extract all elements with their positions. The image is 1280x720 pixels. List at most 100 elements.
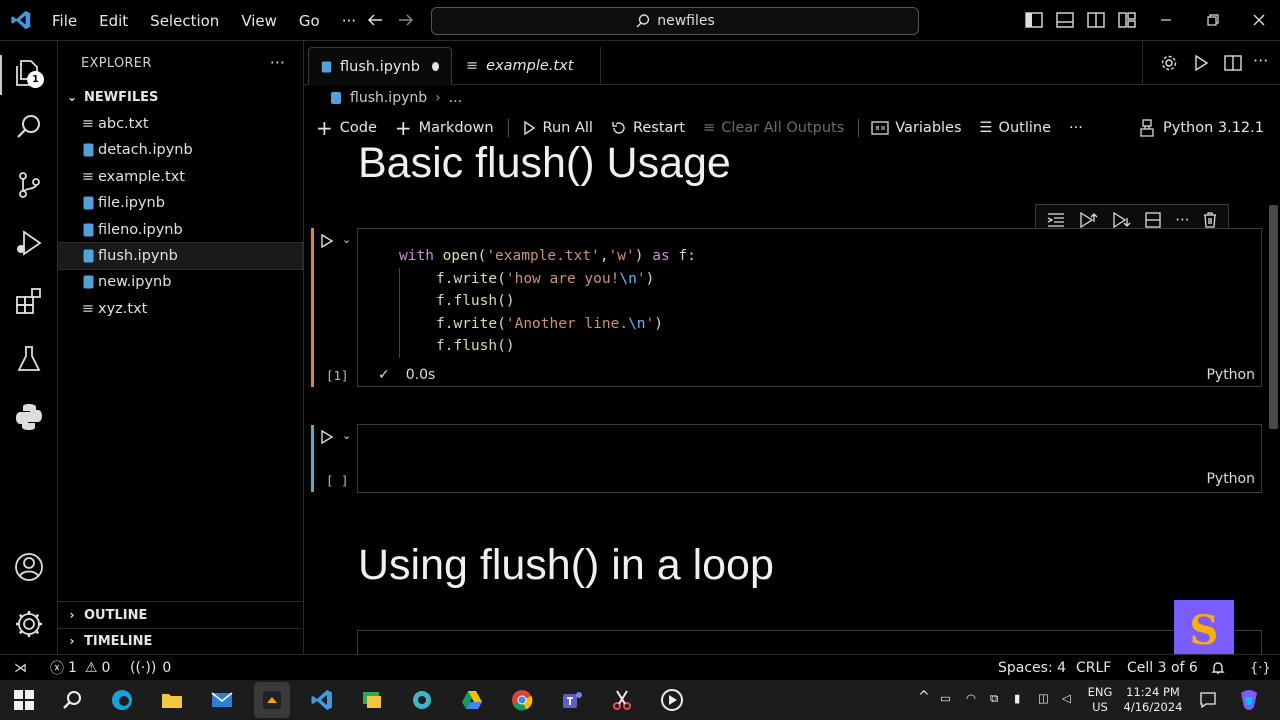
file-item[interactable]: ≡ xyz.txt bbox=[58, 296, 302, 322]
screen-recorder-icon[interactable] bbox=[260, 688, 284, 712]
clock[interactable]: 11:24 PM 4/16/2024 bbox=[1120, 685, 1186, 715]
tray-overflow-caret[interactable]: ^ bbox=[918, 690, 930, 705]
code-cell[interactable]: with open('example.txt','w') as f: f.wri… bbox=[357, 228, 1262, 387]
source-control-icon[interactable] bbox=[13, 169, 45, 201]
chrome-icon[interactable] bbox=[510, 688, 534, 712]
file-item[interactable]: file.ipynb bbox=[58, 190, 302, 216]
edge-browser-icon[interactable] bbox=[110, 688, 134, 712]
teams-icon[interactable] bbox=[560, 688, 584, 712]
file-item[interactable]: ≡ example.txt bbox=[58, 164, 302, 190]
folder-newfiles-header[interactable]: ⌄ NEWFILES bbox=[58, 84, 304, 110]
mail-icon[interactable] bbox=[210, 688, 234, 712]
command-center-search[interactable]: newfiles bbox=[431, 7, 919, 35]
run-icon[interactable] bbox=[1191, 53, 1211, 73]
file-item[interactable]: flush.ipynb bbox=[57, 242, 303, 270]
chat-app-icon[interactable] bbox=[360, 688, 384, 712]
markdown-heading-flush-loop[interactable]: Using flush() in a loop bbox=[358, 541, 774, 590]
notifications-bell-icon[interactable] bbox=[1210, 655, 1226, 681]
tab-flush-ipynb[interactable]: flush.ipynb bbox=[308, 47, 452, 85]
run-all-button[interactable]: Run All bbox=[521, 120, 593, 136]
breadcrumb-rest[interactable]: ... bbox=[449, 90, 462, 106]
split-cell-icon[interactable] bbox=[1143, 211, 1163, 229]
recorder-app-icon[interactable] bbox=[410, 688, 434, 712]
kernel-picker[interactable]: Python 3.12.1 bbox=[1139, 113, 1264, 143]
outline-section-header[interactable]: › OUTLINE bbox=[58, 602, 304, 628]
menu-more[interactable]: ··· bbox=[342, 12, 356, 30]
cell-more-button[interactable]: ··· bbox=[1175, 211, 1189, 229]
close-window-icon[interactable] bbox=[1249, 10, 1269, 30]
vscode-logo-icon[interactable] bbox=[10, 9, 32, 31]
back-arrow-icon[interactable] bbox=[365, 10, 385, 30]
wifi-icon[interactable]: ◠ bbox=[966, 691, 976, 706]
menu-view[interactable]: View bbox=[241, 12, 277, 30]
network-icon[interactable]: ◫ bbox=[1038, 691, 1049, 706]
eol-indicator[interactable]: CRLF bbox=[1076, 655, 1111, 681]
python-icon[interactable] bbox=[13, 401, 45, 433]
tab-example-txt[interactable]: ≡ example.txt bbox=[454, 47, 600, 85]
ports-indicator[interactable]: ((·)) 0 bbox=[130, 655, 171, 681]
minimize-window-icon[interactable] bbox=[1156, 10, 1176, 30]
cell-language-picker[interactable]: Python bbox=[1206, 367, 1255, 383]
toolbar-more-button[interactable]: ··· bbox=[1069, 120, 1083, 136]
variables-button[interactable]: Variables bbox=[871, 120, 962, 136]
run-options-chevron-down-icon[interactable]: ⌄ bbox=[342, 429, 351, 442]
taskbar-search-icon[interactable] bbox=[60, 688, 84, 712]
extensions-icon[interactable] bbox=[13, 285, 45, 317]
bluetooth-icon[interactable]: ⧉ bbox=[990, 691, 998, 706]
forward-arrow-icon[interactable] bbox=[396, 10, 416, 30]
customize-layout-icon[interactable] bbox=[1117, 10, 1137, 30]
run-above-icon[interactable] bbox=[1078, 211, 1098, 229]
add-markdown-cell-button[interactable]: + Markdown bbox=[395, 116, 494, 140]
run-options-chevron-down-icon[interactable]: ⌄ bbox=[342, 233, 351, 246]
menu-go[interactable]: Go bbox=[299, 12, 320, 30]
execute-above-icon[interactable] bbox=[1046, 211, 1066, 229]
vscode-taskbar-icon[interactable] bbox=[310, 688, 334, 712]
delete-cell-icon[interactable] bbox=[1202, 211, 1218, 229]
menu-selection[interactable]: Selection bbox=[150, 12, 219, 30]
run-below-icon[interactable] bbox=[1111, 211, 1131, 229]
explorer-more-button[interactable]: ··· bbox=[270, 53, 285, 72]
toggle-primary-sidebar-icon[interactable] bbox=[1024, 10, 1044, 30]
split-editor-icon[interactable] bbox=[1223, 53, 1243, 73]
more-actions-button[interactable]: ··· bbox=[1253, 51, 1268, 70]
search-icon[interactable] bbox=[13, 111, 45, 143]
menu-file[interactable]: File bbox=[52, 12, 77, 30]
restart-button[interactable]: Restart bbox=[611, 120, 685, 136]
file-item[interactable]: detach.ipynb bbox=[58, 137, 302, 163]
input-language-indicator[interactable]: ENG US bbox=[1086, 685, 1114, 715]
feedback-braces-icon[interactable]: {·} bbox=[1250, 655, 1271, 681]
run-cell-icon[interactable] bbox=[320, 233, 334, 249]
timeline-section-header[interactable]: › TIMELINE bbox=[58, 628, 304, 654]
code-cell-empty[interactable]: Python bbox=[357, 424, 1262, 493]
toggle-panel-icon[interactable] bbox=[1055, 10, 1075, 30]
file-explorer-icon[interactable] bbox=[160, 688, 184, 712]
file-item[interactable]: new.ipynb bbox=[58, 269, 302, 295]
volume-icon[interactable]: ◁ bbox=[1062, 691, 1071, 706]
outline-button[interactable]: ☰ Outline bbox=[980, 120, 1051, 136]
microphone-icon[interactable]: ▮ bbox=[1014, 691, 1020, 706]
clear-all-outputs-button[interactable]: ≡ Clear All Outputs bbox=[703, 120, 844, 136]
unsaved-dot-icon[interactable] bbox=[431, 62, 439, 71]
media-player-icon[interactable] bbox=[660, 688, 684, 712]
gear-icon[interactable] bbox=[1159, 53, 1179, 73]
run-debug-icon[interactable] bbox=[13, 227, 45, 259]
battery-icon[interactable]: ▭ bbox=[940, 691, 951, 706]
markdown-heading-basic-flush[interactable]: Basic flush() Usage bbox=[358, 139, 731, 188]
settings-gear-icon[interactable] bbox=[13, 608, 45, 640]
add-code-cell-button[interactable]: + Code bbox=[316, 116, 377, 140]
breadcrumb-file[interactable]: flush.ipynb bbox=[350, 90, 427, 106]
windows-start-icon[interactable] bbox=[12, 688, 36, 712]
testing-icon[interactable] bbox=[13, 343, 45, 375]
notification-center-icon[interactable] bbox=[1198, 690, 1218, 710]
menu-edit[interactable]: Edit bbox=[99, 12, 128, 30]
cell-language-picker[interactable]: Python bbox=[1206, 471, 1255, 487]
snipping-tool-icon[interactable] bbox=[610, 688, 634, 712]
toggle-secondary-sidebar-icon[interactable] bbox=[1086, 10, 1106, 30]
file-item[interactable]: fileno.ipynb bbox=[58, 217, 302, 243]
indentation-indicator[interactable]: Spaces: 4 bbox=[998, 655, 1066, 681]
google-drive-icon[interactable] bbox=[460, 688, 484, 712]
copilot-icon[interactable] bbox=[1236, 687, 1262, 713]
cell-position-indicator[interactable]: Cell 3 of 6 bbox=[1127, 655, 1198, 681]
code-editor[interactable]: with open('example.txt','w') as f: f.wri… bbox=[399, 245, 696, 358]
problems-indicator[interactable]: ⓧ 1 ⚠ 0 bbox=[50, 655, 110, 681]
